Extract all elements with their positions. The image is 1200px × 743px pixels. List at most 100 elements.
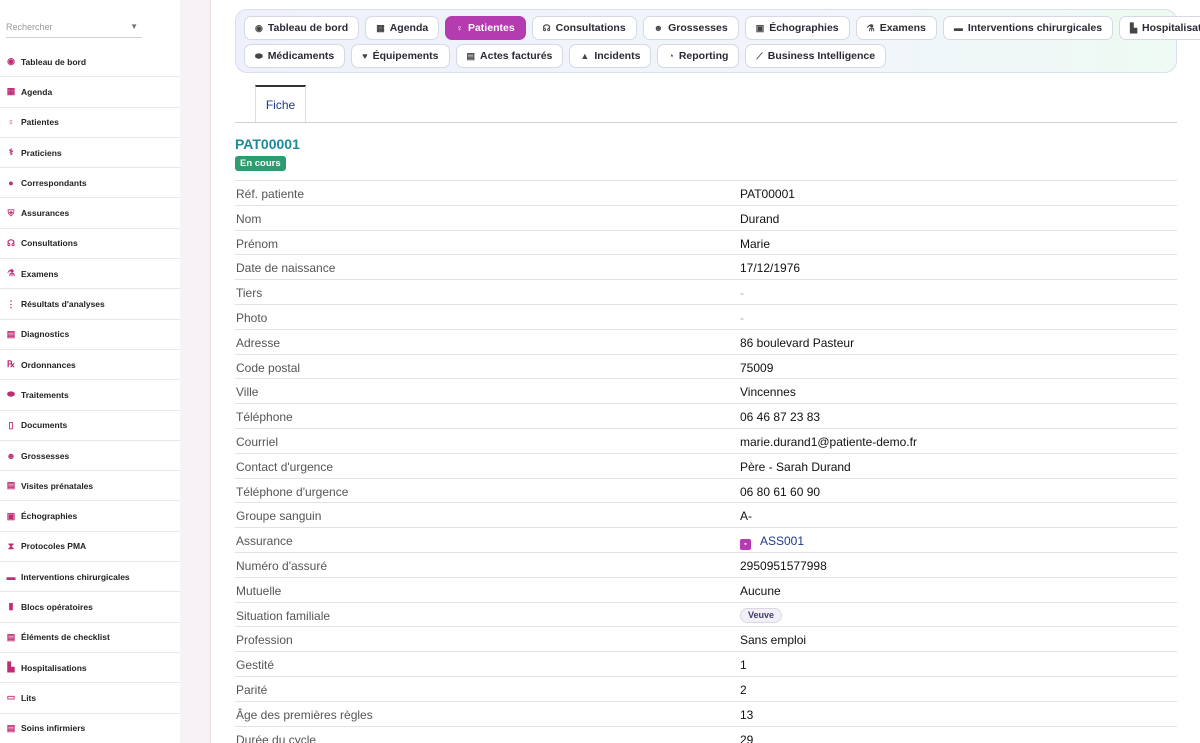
detail-row-telephone-d-urgence: Téléphone d'urgence 06 80 61 60 90 (235, 479, 1177, 504)
detail-value: 2 (740, 682, 747, 697)
sidebar-item-label: Éléments de checklist (21, 632, 110, 643)
sidebar-item-correspondants[interactable]: ● Correspondants (0, 168, 180, 199)
sidebar-item-interventions-chirurgicales[interactable]: ▬ Interventions chirurgicales (0, 562, 180, 593)
ultrasound-icon: ▣ (6, 510, 16, 521)
detail-row-tiers: Tiers - (235, 280, 1177, 305)
hospital-icon: ▙ (1130, 22, 1137, 33)
detail-row-date-de-naissance: Date de naissance 17/12/1976 (235, 255, 1177, 281)
detail-value: A- (740, 509, 752, 524)
sidebar-item-label: Praticiens (21, 147, 62, 158)
tab-agenda[interactable]: ▦ Agenda (365, 16, 440, 40)
detail-value: - (740, 310, 744, 325)
tab-grossesses[interactable]: ☻ Grossesses (642, 16, 739, 40)
vials-icon: ⋮ (6, 298, 16, 309)
tab-patientes[interactable]: ♀ Patientes (445, 16, 526, 40)
tab-fiche[interactable]: Fiche (255, 85, 306, 123)
sidebar-item-traitements[interactable]: ⬬ Traitements (0, 380, 180, 411)
tab-echographies[interactable]: ▣ Échographies (744, 16, 850, 40)
tab-label: Équipements (372, 50, 439, 62)
sidebar-item-blocs-operatoires[interactable]: ▮ Blocs opératoires (0, 592, 180, 623)
sidebar-item-label: Agenda (21, 86, 53, 97)
detail-value: PAT00001 (740, 187, 795, 201)
detail-label: Contact d'urgence (236, 459, 334, 474)
sidebar-item-soins-infirmiers[interactable]: ▤ Soins infirmiers (0, 714, 180, 743)
detail-row-gestite: Gestité 1 (235, 652, 1177, 677)
sidebar-item-grossesses[interactable]: ☻ Grossesses (0, 441, 180, 472)
record-reference-title: PAT00001 (235, 136, 300, 152)
sidebar-item-hospitalisations[interactable]: ▙ Hospitalisations (0, 653, 180, 684)
ultrasound-icon: ▣ (755, 22, 765, 33)
tab-interventions-chirurgicales[interactable]: ▬ Interventions chirurgicales (942, 16, 1114, 40)
detail-label: Profession (236, 633, 293, 648)
sidebar-item-echographies[interactable]: ▣ Échographies (0, 501, 180, 532)
detail-label: Réf. patiente (236, 187, 305, 201)
tab-label: Reporting (678, 50, 729, 62)
sidebar-item-label: Correspondants (21, 177, 87, 188)
tab-label: Médicaments (267, 50, 335, 62)
detail-row-situation-familiale: Situation familiale Veuve (235, 603, 1177, 628)
tab-hospitalisations[interactable]: ▙ Hospitalisations (1119, 16, 1200, 40)
user-icon: ● (8, 177, 14, 188)
sidebar-item-examens[interactable]: ⚗ Examens (0, 259, 180, 290)
pills-icon: ⬬ (255, 50, 263, 61)
tab-equipements[interactable]: ♥ Équipements (351, 44, 450, 68)
dashboard-icon: ◉ (255, 22, 263, 33)
sidebar-item-label: Lits (21, 692, 37, 703)
tab-label: Patientes (467, 22, 515, 34)
insurance-icon: ▪ (740, 539, 751, 551)
sidebar-item-documents[interactable]: ▯ Documents (0, 411, 180, 441)
detail-value: 75009 (740, 360, 774, 375)
detail-value: Sans emploi (740, 633, 807, 648)
sidebar-item-resultats-d-analyses[interactable]: ⋮ Résultats d'analyses (0, 289, 180, 320)
detail-label: Situation familiale (236, 608, 331, 623)
invoice-icon: ▤ (466, 50, 476, 61)
sidebar-item-elements-de-checklist[interactable]: ▤ Éléments de checklist (0, 623, 180, 653)
sidebar-item-consultations[interactable]: ☊ Consultations (0, 229, 180, 260)
detail-label: Téléphone d'urgence (236, 484, 349, 499)
clipboard-check-icon: ▤ (6, 480, 16, 491)
tab-medicaments[interactable]: ⬬ Médicaments (244, 44, 346, 68)
detail-row-assurance: Assurance ▪ ASS001 (235, 528, 1177, 553)
sidebar-item-diagnostics[interactable]: ▤ Diagnostics (0, 320, 180, 350)
tab-tableau-de-bord[interactable]: ◉ Tableau de bord (244, 16, 360, 40)
tab-label: Examens (879, 22, 926, 34)
sidebar-item-assurances[interactable]: ⛨ Assurances (0, 198, 180, 229)
sidebar-item-ordonnances[interactable]: ℞ Ordonnances (0, 350, 180, 381)
sidebar-item-label: Tableau de bord (21, 56, 87, 67)
detail-value: Père - Sarah Durand (740, 459, 851, 474)
tab-incidents[interactable]: ▲ Incidents (569, 44, 652, 68)
sidebar-item-label: Consultations (21, 238, 78, 249)
sidebar-item-label: Résultats d'analyses (21, 299, 105, 310)
tab-label: Interventions chirurgicales (967, 22, 1103, 34)
detail-label: Date de naissance (236, 261, 336, 276)
hourglass-icon: ⧗ (7, 540, 15, 551)
bed-icon: ▭ (6, 692, 16, 703)
sidebar-item-protocoles-pma[interactable]: ⧗ Protocoles PMA (0, 532, 180, 563)
sidebar-item-agenda[interactable]: ▦ Agenda (0, 77, 180, 108)
sidebar-item-lits[interactable]: ▭ Lits (0, 683, 180, 714)
chevron-down-icon[interactable]: ▼ (130, 16, 138, 38)
detail-row-code-postal: Code postal 75009 (235, 355, 1177, 380)
detail-row-contact-d-urgence: Contact d'urgence Père - Sarah Durand (235, 454, 1177, 479)
detail-label: Adresse (236, 335, 281, 350)
pills-icon: ⬬ (7, 389, 15, 400)
tab-business-intelligence[interactable]: ⟋ Business Intelligence (745, 44, 887, 68)
detail-label: Assurance (236, 534, 293, 549)
detail-value: 06 80 61 60 90 (740, 484, 821, 499)
detail-value: Vincennes (740, 385, 796, 400)
sidebar-item-tableau-de-bord[interactable]: ◉ Tableau de bord (0, 47, 180, 78)
insurance-link[interactable]: ▪ ASS001 (740, 534, 804, 551)
sidebar-item-praticiens[interactable]: ⚕ Praticiens (0, 138, 180, 169)
sidebar-item-patientes[interactable]: ♀ Patientes (0, 108, 180, 138)
calendar-icon: ▦ (376, 22, 385, 33)
sidebar-item-visites-prenatales[interactable]: ▤ Visites prénatales (0, 471, 180, 502)
detail-label: Ville (236, 385, 259, 400)
tab-reporting[interactable]: ◔ Reporting (657, 44, 740, 68)
tab-consultations[interactable]: ☊ Consultations (531, 16, 637, 40)
tab-divider (235, 122, 1177, 123)
tab-examens[interactable]: ⚗ Examens (855, 16, 937, 40)
detail-label: Photo (236, 310, 268, 325)
warning-icon: ▲ (580, 51, 590, 61)
tab-actes-factures[interactable]: ▤ Actes facturés (455, 44, 564, 68)
search-input[interactable]: Rechercher ▼ (6, 16, 142, 38)
